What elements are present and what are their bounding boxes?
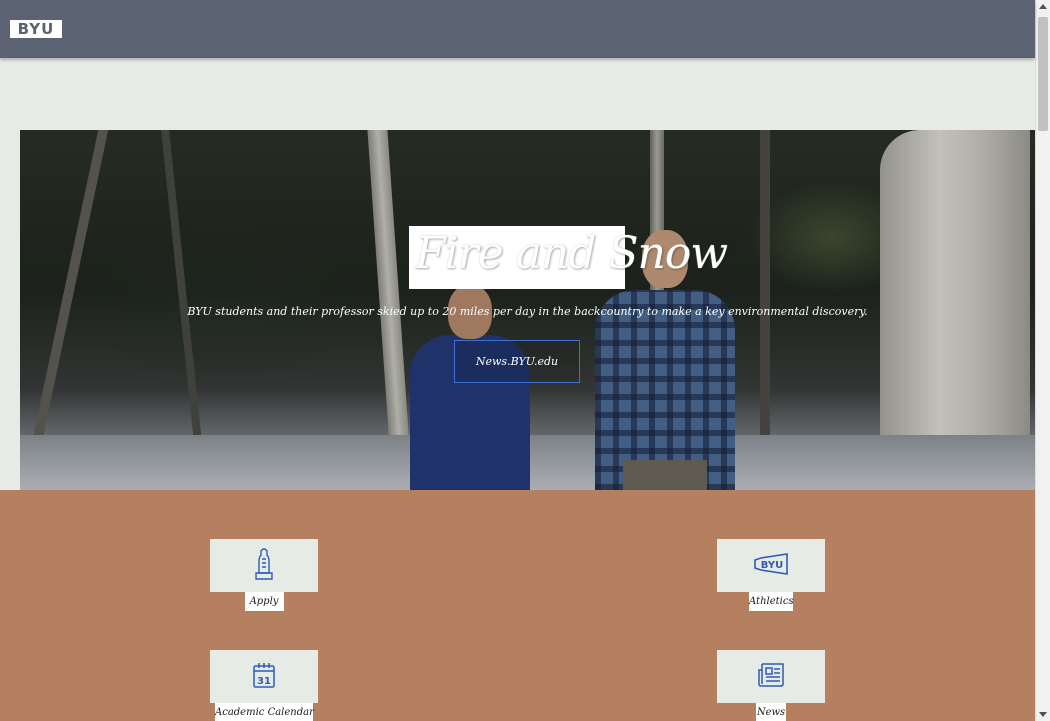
hero-news-button[interactable]: News.BYU.edu — [454, 340, 580, 383]
calendar-icon-day: 31 — [257, 676, 271, 687]
quick-link-label[interactable]: Apply — [244, 592, 284, 611]
calendar-icon: 31 — [252, 661, 276, 693]
quick-links-section: Apply BYU Athletics 31 Academic Calendar… — [0, 490, 1035, 721]
hero-banner: Fire and Snow BYU students and their pro… — [20, 130, 1035, 490]
quick-link-icon-box[interactable]: BYU — [717, 539, 825, 592]
page-scrollbar[interactable] — [1035, 0, 1050, 721]
quick-link-icon-box[interactable]: 31 — [210, 650, 318, 703]
site-header: BYU — [0, 0, 1035, 58]
quick-link-label[interactable]: Athletics — [749, 592, 794, 611]
scroll-down-icon[interactable] — [1039, 712, 1047, 717]
quick-link-athletics[interactable]: BYU Athletics — [717, 539, 825, 611]
hero-subtitle: BYU students and their professor skied u… — [187, 305, 868, 318]
quick-link-apply[interactable]: Apply — [210, 539, 318, 611]
newspaper-icon — [757, 662, 785, 692]
hero-title-box: Fire and Snow — [409, 226, 728, 289]
quick-link-label[interactable]: Academic Calendar — [215, 703, 314, 721]
byu-megaphone-icon: BYU — [751, 552, 791, 580]
hero-title: Fire and Snow — [415, 228, 728, 279]
svg-text:BYU: BYU — [761, 560, 783, 571]
quick-link-icon-box[interactable] — [717, 650, 825, 703]
scrollbar-thumb[interactable] — [1038, 17, 1048, 131]
cougar-statue-icon — [253, 547, 275, 585]
quick-link-news[interactable]: News — [717, 650, 825, 721]
scroll-up-icon[interactable] — [1039, 4, 1047, 9]
quick-link-academic-calendar[interactable]: 31 Academic Calendar — [210, 650, 318, 721]
quick-link-icon-box[interactable] — [210, 539, 318, 592]
byu-logo[interactable]: BYU — [10, 20, 62, 38]
quick-link-label[interactable]: News — [756, 703, 786, 721]
